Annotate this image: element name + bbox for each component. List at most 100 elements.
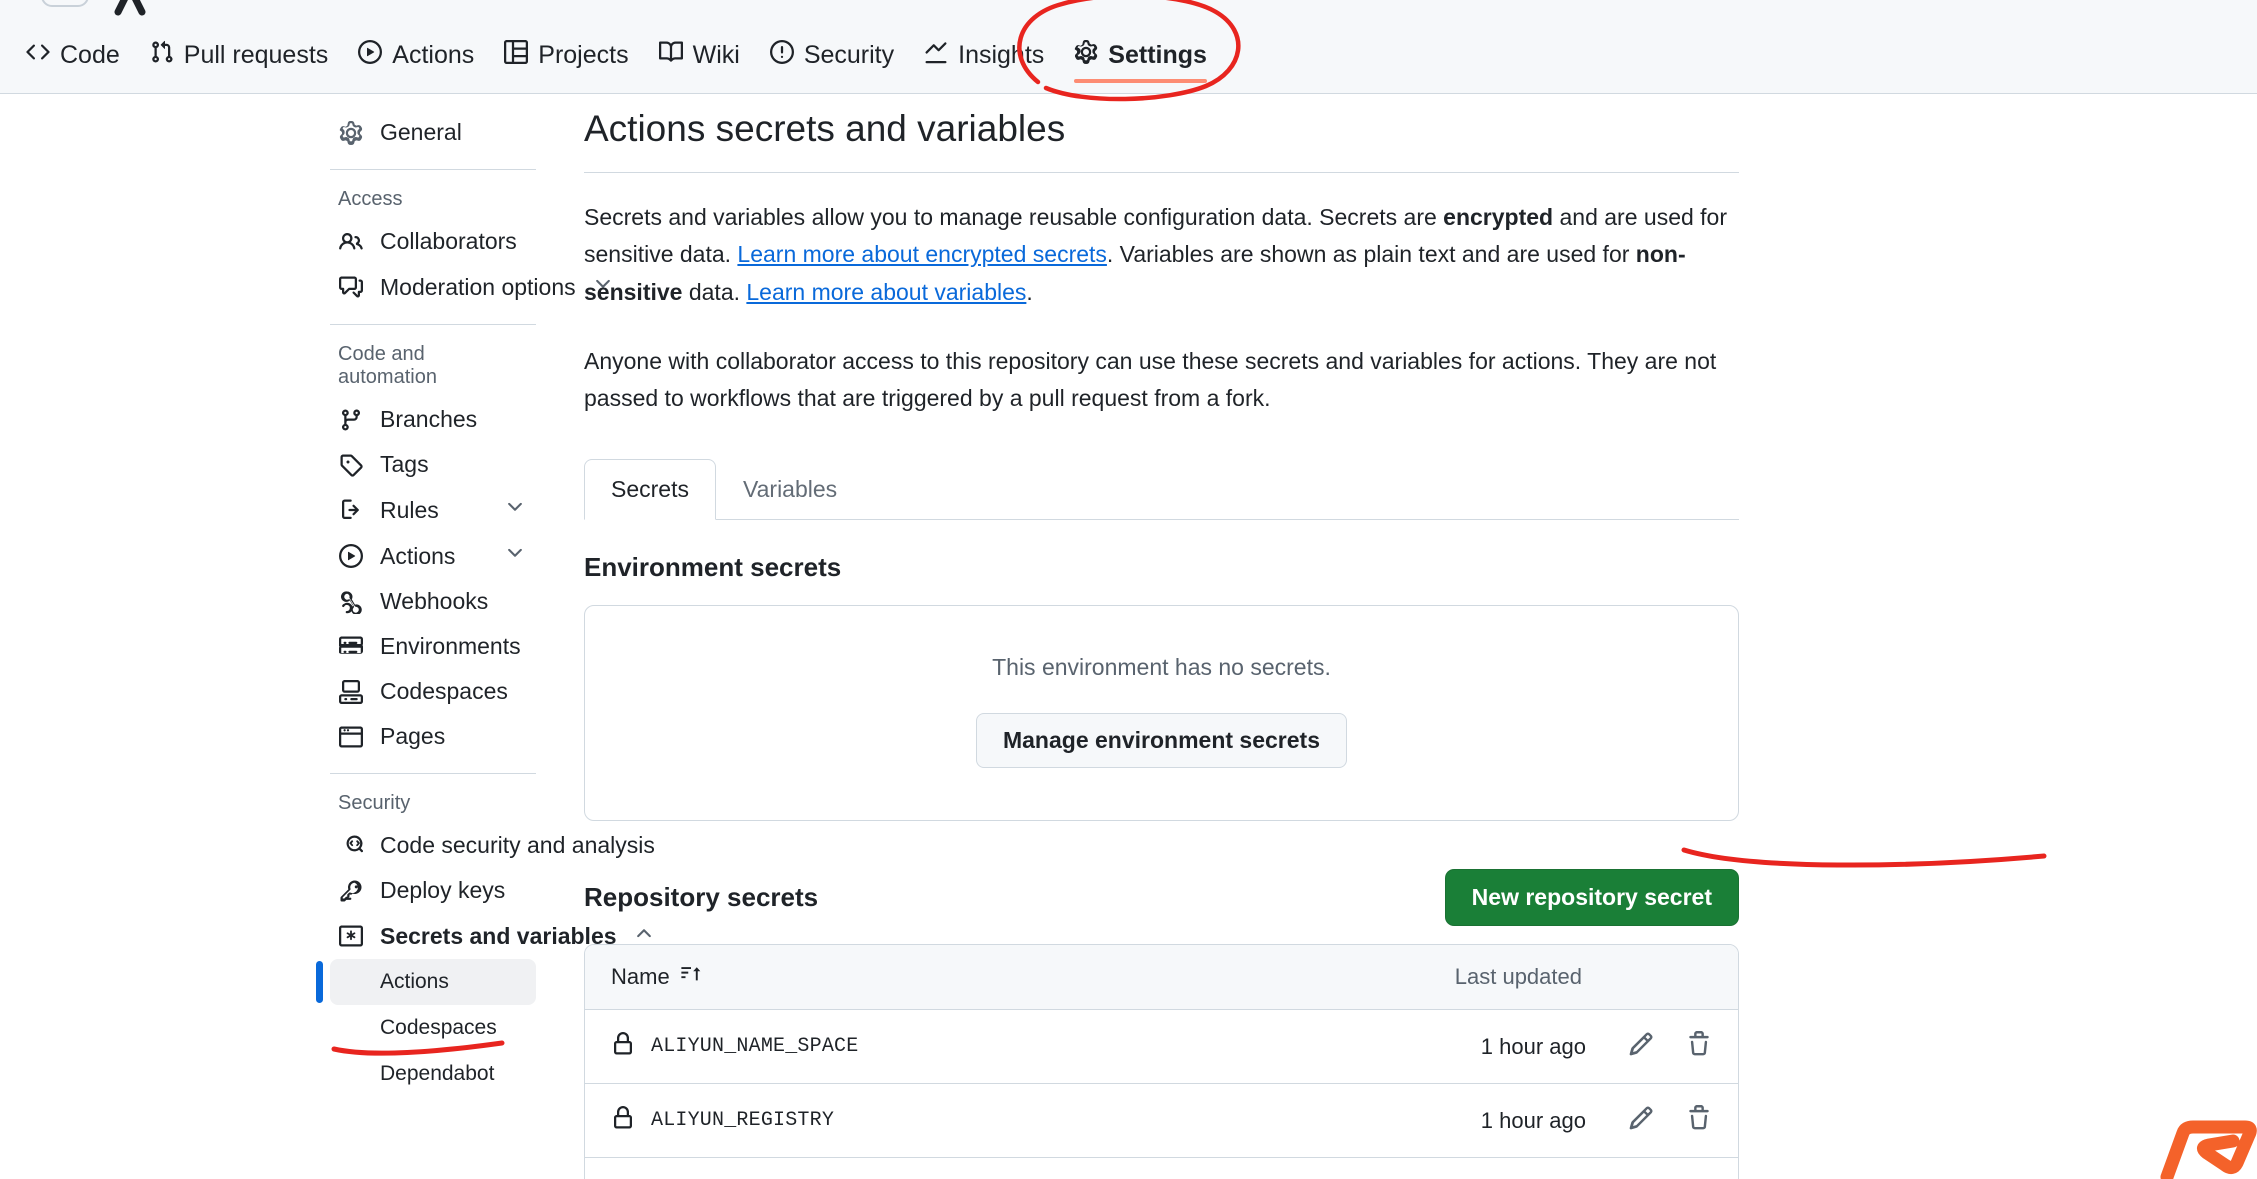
description-paragraph-1: Secrets and variables allow you to manag… bbox=[584, 199, 1739, 311]
edit-secret-button[interactable] bbox=[1628, 1105, 1654, 1136]
sidebar-item-label: Pages bbox=[380, 723, 445, 750]
table-header: Name Last updated bbox=[585, 945, 1738, 1010]
sidebar-item-label: General bbox=[380, 119, 462, 146]
nav-item-pull-requests[interactable]: Pull requests bbox=[138, 40, 347, 93]
table-row: ALIYUN_NAME_SPACE 1 hour ago bbox=[585, 1010, 1738, 1084]
sidebar-item-codespaces[interactable]: Codespaces bbox=[330, 669, 536, 714]
sidebar-item-webhooks[interactable]: Webhooks bbox=[330, 579, 536, 624]
column-name-label: Name bbox=[611, 964, 670, 990]
new-repository-secret-button[interactable]: New repository secret bbox=[1445, 869, 1739, 926]
sidebar-subitem-codespaces[interactable]: Codespaces bbox=[330, 1005, 536, 1051]
chevron-down-icon bbox=[504, 542, 526, 570]
desc1-bold-encrypted: encrypted bbox=[1443, 204, 1553, 230]
gear-icon bbox=[338, 121, 364, 145]
lock-icon bbox=[611, 1106, 635, 1135]
sidebar-item-secrets-and-variables[interactable]: Secrets and variables bbox=[330, 913, 536, 959]
environment-empty-text: This environment has no secrets. bbox=[605, 654, 1718, 681]
rules-icon bbox=[338, 498, 364, 522]
delete-secret-button[interactable] bbox=[1686, 1105, 1712, 1136]
play-circle-icon bbox=[358, 40, 382, 71]
row-actions bbox=[1628, 1105, 1712, 1136]
secret-name: ALIYUN_NAME_SPACE bbox=[651, 1035, 858, 1058]
delete-secret-button[interactable] bbox=[1686, 1031, 1712, 1062]
learn-more-variables-link[interactable]: Learn more about variables bbox=[746, 279, 1026, 305]
sidebar-item-collaborators[interactable]: Collaborators bbox=[330, 219, 536, 264]
desc1-part1: Secrets and variables allow you to manag… bbox=[584, 204, 1443, 230]
code-icon bbox=[26, 40, 50, 71]
sidebar-item-general[interactable]: General bbox=[330, 110, 536, 155]
sidebar-subitem-actions[interactable]: Actions bbox=[330, 959, 536, 1005]
settings-page: General Access Collaborators Moderation op… bbox=[0, 94, 2257, 1179]
edit-secret-button[interactable] bbox=[1628, 1031, 1654, 1062]
manage-environment-secrets-button[interactable]: Manage environment secrets bbox=[976, 713, 1347, 768]
nav-item-label: Actions bbox=[392, 41, 474, 70]
codespaces-icon bbox=[338, 680, 364, 704]
sidebar-divider bbox=[330, 169, 536, 170]
sidebar-item-pages[interactable]: Pages bbox=[330, 714, 536, 759]
tab-secrets[interactable]: Secrets bbox=[584, 459, 716, 520]
webhook-icon bbox=[338, 590, 364, 614]
sidebar-item-environments[interactable]: Environments bbox=[330, 624, 536, 669]
sidebar-item-label: Environments bbox=[380, 633, 521, 660]
secrets-variables-tabs: SecretsVariables bbox=[584, 459, 1739, 520]
gear-icon bbox=[1074, 40, 1098, 71]
nav-item-wiki[interactable]: Wiki bbox=[647, 40, 758, 93]
nav-item-insights[interactable]: Insights bbox=[912, 40, 1062, 93]
sidebar-item-label: Code security and analysis bbox=[380, 832, 655, 859]
graph-icon bbox=[924, 40, 948, 71]
table-row: ALIYUN_REGISTRY1 hour ago bbox=[585, 1084, 1738, 1158]
sidebar-item-deploy-keys[interactable]: Deploy keys bbox=[330, 868, 536, 913]
settings-sidebar: General Access Collaborators Moderation op… bbox=[0, 94, 560, 1179]
environment-secrets-heading: Environment secrets bbox=[584, 552, 1739, 583]
desc1-part5: . bbox=[1026, 279, 1032, 305]
nav-item-label: Wiki bbox=[693, 41, 740, 70]
sidebar-group-title-code-and-automation: Code and automation bbox=[330, 331, 536, 397]
page-title: Actions secrets and variables bbox=[584, 108, 1739, 173]
desc1-part3: . Variables are shown as plain text and … bbox=[1107, 241, 1636, 267]
sidebar-item-code-security-and-analysis[interactable]: Code security and analysis bbox=[330, 823, 536, 868]
repository-nav-bar: Code Pull requests Actions Projects Wiki Secu… bbox=[0, 0, 2257, 94]
sidebar-item-label: Codespaces bbox=[380, 678, 508, 705]
server-icon bbox=[338, 635, 364, 659]
desc1-part4: data. bbox=[682, 279, 746, 305]
sidebar-item-label: Branches bbox=[380, 406, 477, 433]
tab-variables[interactable]: Variables bbox=[716, 459, 864, 520]
nav-item-label: Code bbox=[60, 41, 120, 70]
nav-item-settings[interactable]: Settings bbox=[1062, 40, 1225, 93]
learn-more-encrypted-secrets-link[interactable]: Learn more about encrypted secrets bbox=[737, 241, 1106, 267]
nav-item-actions[interactable]: Actions bbox=[346, 40, 492, 93]
environment-secrets-empty-state: This environment has no secrets. Manage … bbox=[584, 605, 1739, 821]
repository-secrets-table: Name Last updated ALIYUN_NAME_SPACE 1 hou… bbox=[584, 944, 1739, 1179]
sidebar-item-tags[interactable]: Tags bbox=[330, 442, 536, 487]
sidebar-item-branches[interactable]: Branches bbox=[330, 397, 536, 442]
table-icon bbox=[504, 40, 528, 71]
partial-watermark-logo bbox=[2137, 1099, 2257, 1179]
sidebar-item-label: Tags bbox=[380, 451, 429, 478]
sidebar-item-moderation-options[interactable]: Moderation options bbox=[330, 264, 536, 310]
sidebar-item-actions[interactable]: Actions bbox=[330, 533, 536, 579]
secret-last-updated: 1 hour ago bbox=[1481, 1108, 1586, 1134]
sidebar-subitem-dependabot[interactable]: Dependabot bbox=[330, 1051, 536, 1097]
nav-item-label: Settings bbox=[1108, 41, 1207, 70]
book-icon bbox=[659, 40, 683, 71]
nav-item-label: Security bbox=[804, 41, 894, 70]
sidebar-group-title-access: Access bbox=[330, 176, 536, 219]
sidebar-item-label: Collaborators bbox=[380, 228, 517, 255]
main-content: Actions secrets and variables Secrets an… bbox=[560, 94, 2257, 1179]
sidebar-item-rules[interactable]: Rules bbox=[330, 487, 536, 533]
git-pull-request-icon bbox=[150, 40, 174, 71]
nav-item-code[interactable]: Code bbox=[14, 40, 138, 93]
sidebar-item-label: Deploy keys bbox=[380, 877, 505, 904]
column-header-name[interactable]: Name bbox=[611, 963, 702, 991]
tag-icon bbox=[338, 453, 364, 477]
play-circle-icon bbox=[338, 544, 364, 568]
shield-alert-icon bbox=[770, 40, 794, 71]
secret-last-updated: 1 hour ago bbox=[1481, 1034, 1586, 1060]
sidebar-item-label: Secrets and variables bbox=[380, 923, 617, 950]
nav-item-security[interactable]: Security bbox=[758, 40, 912, 93]
description-paragraph-2: Anyone with collaborator access to this … bbox=[584, 343, 1739, 418]
trash-icon bbox=[1686, 1105, 1712, 1136]
nav-item-label: Insights bbox=[958, 41, 1044, 70]
repository-secrets-heading: Repository secrets bbox=[584, 882, 818, 913]
nav-item-projects[interactable]: Projects bbox=[492, 40, 646, 93]
